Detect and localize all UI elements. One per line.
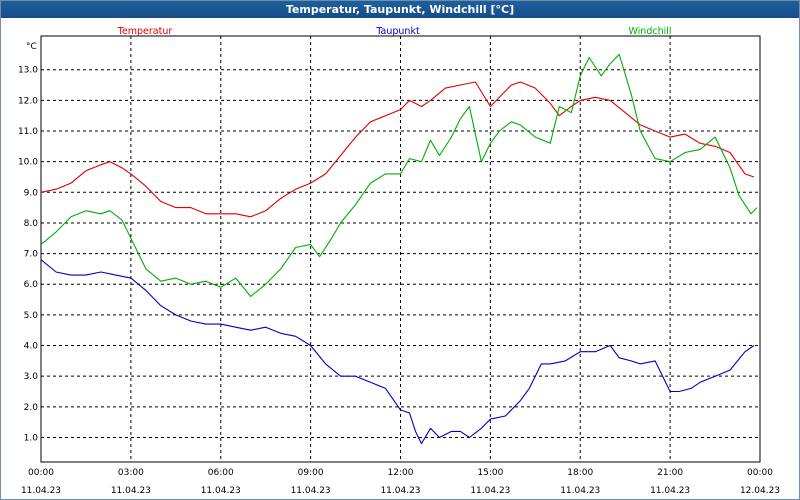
y-axis-unit: °C — [26, 42, 37, 52]
y-tick-label: 4.0 — [24, 342, 39, 352]
legend-windchill: Windchill — [628, 26, 671, 37]
series-line-windchill — [40, 53, 758, 298]
y-tick-label: 5.0 — [24, 311, 39, 321]
x-tick-date: 11.04.23 — [470, 486, 510, 496]
y-tick-label: 1.0 — [24, 433, 39, 443]
x-tick-date: 11.04.23 — [201, 486, 241, 496]
x-tick-date: 12.04.23 — [740, 486, 780, 496]
legend-temperatur: Temperatur — [117, 26, 173, 37]
x-tick-date: 11.04.23 — [291, 486, 331, 496]
chart-window: Temperatur, Taupunkt, Windchill [°C] 1.0… — [0, 0, 800, 500]
x-tick-date: 11.04.23 — [650, 486, 690, 496]
x-tick-time: 09:00 — [298, 468, 324, 478]
x-tick-date: 11.04.23 — [111, 486, 151, 496]
y-tick-label: 13.0 — [18, 66, 38, 76]
x-tick-time: 06:00 — [208, 468, 234, 478]
x-tick-time: 03:00 — [118, 468, 144, 478]
x-tick-time: 00:00 — [747, 468, 773, 478]
y-tick-label: 10.0 — [18, 158, 38, 168]
y-tick-label: 9.0 — [24, 188, 39, 198]
y-tick-label: 2.0 — [24, 403, 39, 413]
legend-taupunkt: Taupunkt — [375, 26, 420, 37]
x-tick-time: 00:00 — [28, 468, 54, 478]
x-tick-time: 12:00 — [388, 468, 414, 478]
chart-canvas: 1.0 2.0 3.0 4.0 5.0 6.0 7.0 8.0 9.0 10.0 11.0 12.0 1… — [18, 26, 780, 496]
x-tick-date: 11.04.23 — [380, 486, 420, 496]
y-tick-label: 11.0 — [18, 127, 38, 137]
x-tick-date: 11.04.23 — [560, 486, 600, 496]
x-tick-time: 21:00 — [657, 468, 683, 478]
y-tick-label: 7.0 — [24, 250, 39, 260]
y-tick-label: 6.0 — [24, 280, 39, 290]
series-line-taupunkt — [40, 259, 755, 445]
x-tick-date: 11.04.23 — [21, 486, 61, 496]
y-tick-label: 8.0 — [24, 219, 39, 229]
y-tick-label: 3.0 — [24, 372, 39, 382]
x-tick-time: 18:00 — [567, 468, 593, 478]
chart-title: Temperatur, Taupunkt, Windchill [°C] — [1, 1, 799, 18]
y-tick-label: 12.0 — [18, 96, 38, 106]
x-tick-time: 15:00 — [477, 468, 503, 478]
series-line-temperatur — [40, 81, 755, 218]
